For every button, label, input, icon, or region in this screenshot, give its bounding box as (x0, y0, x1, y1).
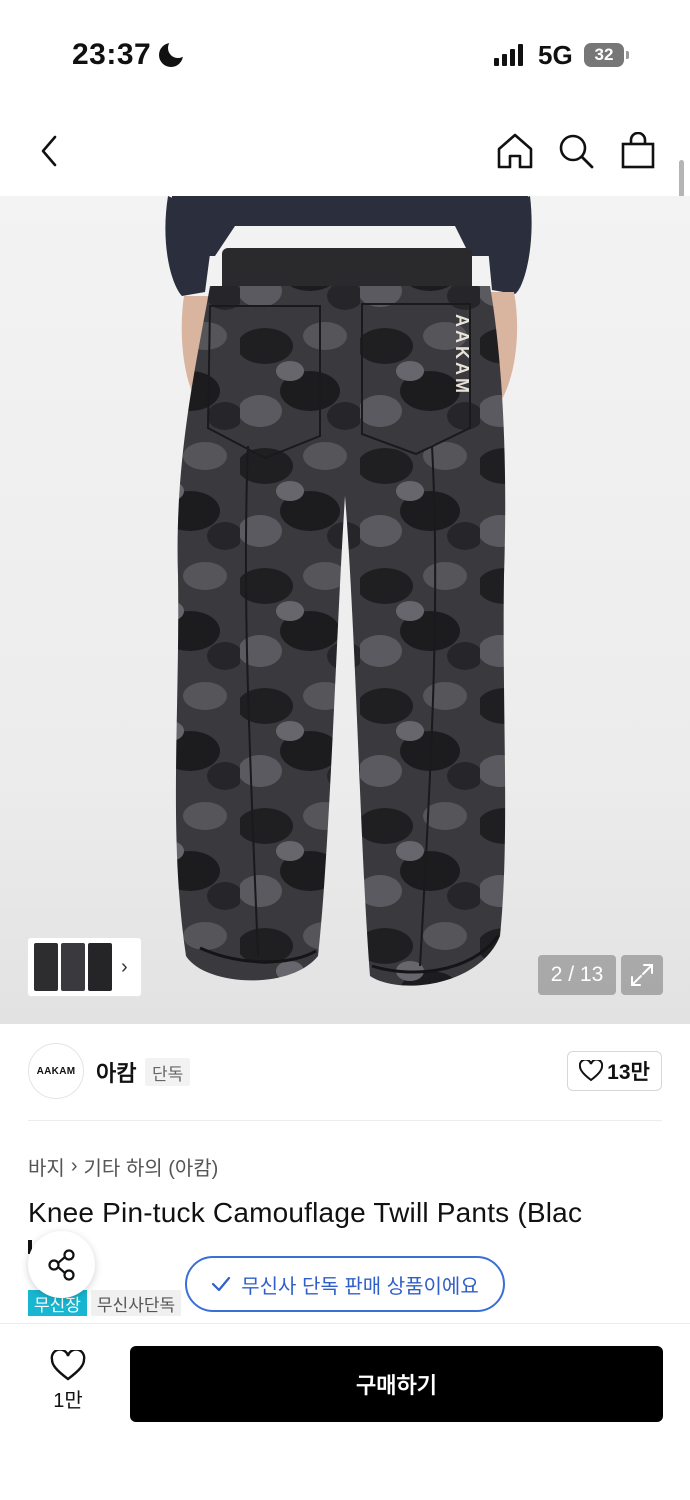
share-button[interactable] (28, 1231, 95, 1298)
thumbnail-3 (88, 943, 112, 991)
divider (28, 1120, 662, 1121)
back-button[interactable] (26, 128, 72, 174)
battery-icon: 32 (584, 43, 629, 67)
status-bar: 23:37 5G 32 (0, 0, 690, 110)
search-icon (559, 134, 594, 169)
toast-text: 무신사 단독 판매 상품이에요 (241, 1275, 479, 1298)
cart-button[interactable] (615, 128, 661, 174)
moon-icon (159, 38, 189, 67)
chevron-left-icon (41, 135, 57, 167)
product-image-gallery[interactable]: AAKAM › 2 / 13 (0, 196, 690, 1024)
breadcrumb-category[interactable]: 바지 (28, 1152, 65, 1181)
chevron-right-icon: › (70, 1155, 78, 1177)
buy-button[interactable]: 구매하기 (130, 1346, 663, 1422)
check-icon (212, 1276, 231, 1292)
shopping-bag-icon (621, 132, 655, 169)
thumbnail-2 (61, 943, 85, 991)
top-nav (0, 110, 690, 196)
search-button[interactable] (553, 128, 599, 174)
thumbnail-strip-button[interactable]: › (28, 938, 141, 996)
breadcrumb: 바지 › 기타 하의 (아캄) (28, 1152, 218, 1181)
signal-icon (494, 44, 523, 66)
exclusive-tag: 단독 (145, 1058, 191, 1086)
heart-icon (50, 1350, 86, 1381)
time-text: 23:37 (72, 38, 152, 71)
brand-like-button[interactable]: 13만 (567, 1051, 662, 1091)
brand-name[interactable]: 아캄 (96, 1056, 136, 1088)
product-title: Knee Pin-tuck Camouflage Twill Pants (Bl… (28, 1197, 583, 1228)
fullscreen-button[interactable] (621, 955, 663, 995)
brand-row: AAKAM 아캄 단독 13만 (28, 1043, 662, 1101)
badge-exclusive: 무신사단독 (90, 1290, 182, 1316)
brand-logo[interactable]: AAKAM (28, 1043, 84, 1099)
thumbnail-1 (34, 943, 58, 991)
home-button[interactable] (492, 128, 538, 174)
battery-level: 32 (594, 45, 614, 64)
clock: 23:37 (72, 38, 189, 72)
wishlist-button[interactable]: 1만 (40, 1350, 96, 1413)
wishlist-count: 1만 (53, 1390, 83, 1412)
product-photo: AAKAM (165, 196, 532, 986)
expand-icon (631, 964, 653, 986)
breadcrumb-subcategory[interactable]: 기타 하의 (아캄) (83, 1152, 218, 1181)
image-counter: 2 / 13 (538, 955, 616, 995)
chevron-right-icon: › (121, 955, 128, 978)
brand-like-count: 13만 (607, 1061, 650, 1084)
share-icon (47, 1248, 75, 1281)
home-icon (497, 133, 533, 169)
exclusive-toast: 무신사 단독 판매 상품이에요 (185, 1256, 505, 1312)
bottom-action-bar: 1만 구매하기 (0, 1323, 690, 1500)
waistband-print: AAKAM (452, 314, 472, 396)
heart-icon (579, 1060, 604, 1082)
network-label: 5G (538, 40, 573, 70)
